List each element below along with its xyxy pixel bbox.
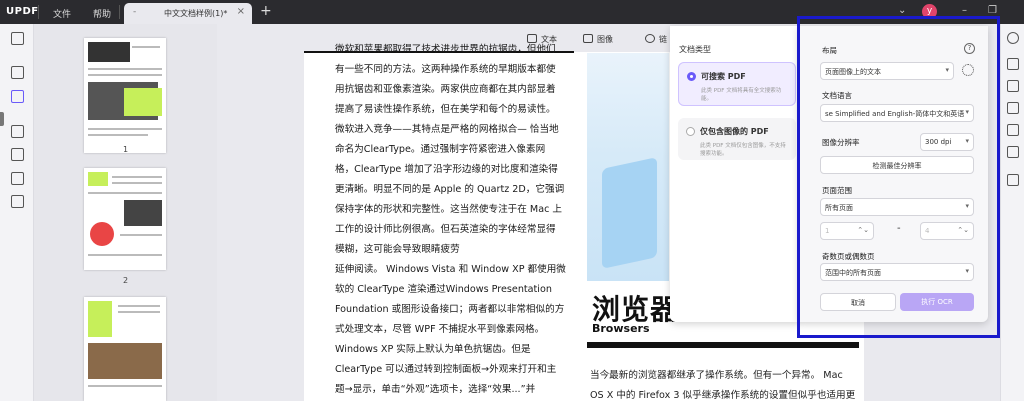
search-icon[interactable] [1007, 32, 1019, 44]
document-paragraph[interactable]: 微软和苹果都取得了技术进步世界的抗锯齿，但他们 有一些不同的方法。这两种操作系统的… [335, 40, 570, 401]
radio-icon[interactable] [686, 127, 695, 136]
document-tab[interactable]: - 中文文档样例(1)* × [124, 3, 252, 24]
restore-button[interactable]: ❐ [988, 5, 997, 16]
right-toolbar [1000, 24, 1024, 401]
document-type-panel: 文档类型 可搜索 PDF 此类 PDF 文档将具有全文搜索功能。 仅包含图像的 … [670, 26, 798, 322]
page-thumbnail-2[interactable] [84, 168, 166, 270]
comment-icon[interactable] [11, 66, 24, 79]
paragraph-line: ClearType 可以通过转到控制面板→外观来打开和主 [335, 364, 557, 375]
paragraph-line: 延伸阅读。 Windows Vista 和 Window XP 都使用微 [335, 264, 566, 275]
left-toolbar [0, 24, 34, 401]
paragraph-line: 提高了易读性操作系统，但在美学和每个的易读性。 [335, 104, 556, 115]
panel-handle-icon[interactable] [0, 112, 4, 126]
paragraph-line: 用抗锯齿和亚像素渲染。两家供应商都在其内部显着 [335, 84, 556, 95]
paragraph-line: 工作的设计师比例很高。但石英渲染的字体经常显得 [335, 224, 556, 235]
page-thumbnail-3[interactable] [84, 297, 166, 401]
document-text[interactable]: 当今最新的浏览器都继承了操作系统。但有一个异常。 Mac OS X 中的 Fir… [590, 366, 855, 401]
option-image-only-pdf[interactable]: 仅包含图像的 PDF 此类 PDF 文档仅包含图像，不支持搜索功能。 [678, 118, 796, 160]
crop-icon[interactable] [11, 148, 24, 161]
panel-header: 文档类型 [679, 45, 711, 54]
protect-icon[interactable] [1007, 102, 1019, 114]
menu-help[interactable]: 帮助 [93, 7, 111, 20]
paragraph-line: 式处理文本，尽管 WPF 不捕捉水平到像素网格。 [335, 324, 545, 335]
page-thumbnail-1[interactable] [84, 38, 166, 153]
paragraph-line: Foundation 或图形设备接口；两者都以非常相似的方 [335, 304, 565, 315]
paragraph-line: 微软进入竞争——其特点是严格的网格拟合— 恰当地 [335, 124, 559, 135]
save-icon[interactable] [1007, 174, 1019, 186]
paragraph-line: Windows XP 实际上默认为单色抗锯齿。但是 [335, 344, 531, 355]
menu-file[interactable]: 文件 [53, 7, 71, 20]
tab-title: 中文文档样例(1)* [164, 9, 228, 18]
paragraph-line: 命名为ClearType。通过强制字符紧密进入像素网 [335, 144, 546, 155]
paragraph-line: 格，ClearType 增加了沿字形边缘的对比度和渲染得 [335, 164, 558, 175]
mail-icon[interactable] [1007, 146, 1019, 158]
form-icon[interactable] [11, 172, 24, 185]
paragraph-line: 有一些不同的方法。这两种操作系统的早期版本都使 [335, 64, 556, 75]
divider [119, 5, 120, 19]
ocr-icon[interactable] [11, 195, 24, 208]
app-logo: UPDF [6, 6, 39, 17]
minimize-button[interactable]: – [962, 5, 967, 16]
image-icon [583, 34, 593, 43]
divider [38, 5, 39, 19]
ocr-tool-icon[interactable] [1007, 58, 1019, 70]
radio-icon[interactable] [687, 72, 696, 81]
close-tab-icon[interactable]: × [237, 6, 245, 17]
new-tab-button[interactable]: + [260, 3, 272, 19]
chevron-down-icon[interactable]: ⌄ [898, 5, 906, 16]
add-link-button[interactable]: 链 [645, 34, 667, 45]
paragraph-line: 模糊，这可能会导致眼睛疲劳 [335, 244, 460, 255]
edit-icon[interactable] [11, 90, 24, 103]
add-image-button[interactable]: 图像 [583, 34, 613, 45]
paragraph-line: 保持字体的形状和完整性。这当然使专注于在 Mac 上 [335, 204, 562, 215]
hero-image [587, 53, 669, 281]
share-icon[interactable] [1007, 124, 1019, 136]
convert-icon[interactable] [1007, 80, 1019, 92]
page-number: 1 [122, 145, 129, 154]
reader-icon[interactable] [11, 32, 24, 45]
highlight-box [797, 16, 1000, 338]
option-searchable-pdf[interactable]: 可搜索 PDF 此类 PDF 文档将具有全文搜索功能。 [678, 62, 796, 106]
organize-pages-icon[interactable] [11, 125, 24, 138]
divider [587, 342, 859, 348]
paragraph-line: 软的 ClearType 渲染通过Windows Presentation [335, 284, 552, 295]
tab-menu-icon[interactable]: - [133, 7, 136, 17]
link-icon [645, 34, 655, 43]
paragraph-line: 微软和苹果都取得了技术进步世界的抗锯齿，但他们 [335, 44, 556, 55]
section-subtitle[interactable]: Browsers [592, 322, 650, 335]
thumbnail-panel: 1 2 [34, 24, 217, 401]
paragraph-line: 更清晰。明显不同的是 Apple 的 Quartz 2D，它强调 [335, 184, 565, 195]
paragraph-line: 题→显示，单击“外观”选项卡，选择“效果...”并 [335, 384, 536, 395]
page-number: 2 [122, 276, 129, 285]
